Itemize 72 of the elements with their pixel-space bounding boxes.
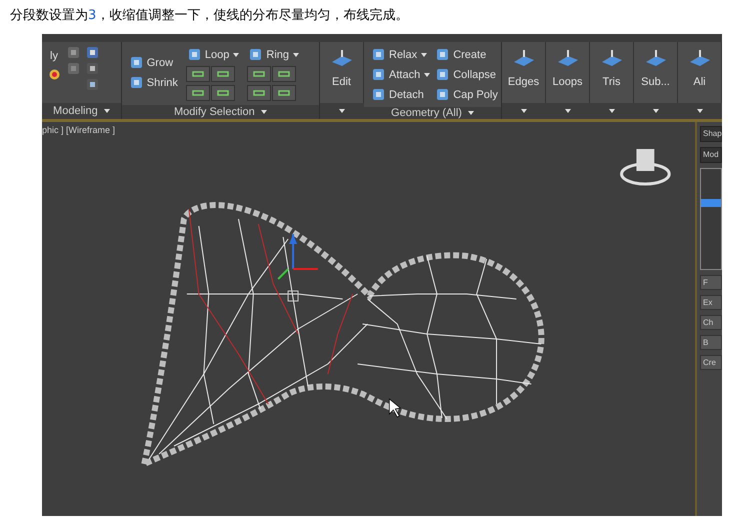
tool-icon [249,48,262,61]
tool-icon [86,78,99,91]
ribbon-button[interactable]: Create [434,46,500,63]
bar-icon [253,69,266,79]
tool-icon [130,76,143,89]
ribbon-button[interactable]: Cap Poly [434,86,500,103]
ribbon-button[interactable]: Attach [370,66,432,83]
bar-icon [192,88,204,98]
ribbon-button[interactable]: Grow [128,54,180,71]
icon-button[interactable] [247,85,272,101]
ribbon-label: ly [49,48,59,64]
bar-icon [278,69,290,79]
dropdown[interactable]: Mod [700,147,722,163]
bar-icon [253,88,266,98]
viewport-label: phic ] [Wireframe ] [42,125,116,135]
caret-icon [609,109,615,113]
panel-title: Geometry (All) [391,107,462,119]
panel-title: Modeling [53,105,98,117]
tool-icon [372,48,385,61]
tool-icon [130,56,143,69]
transform-gizmo-icon [277,234,318,302]
tool-icon [436,48,450,61]
tool-icon [86,46,99,59]
tool-icon [372,88,385,101]
tool-icon [67,46,80,59]
caret-icon [565,109,571,113]
bar-icon [216,88,229,98]
caret-icon [233,52,240,56]
caret-icon [339,109,345,113]
caret-icon [521,109,527,113]
caption-text: 分段数设置为3，收缩值调整一下，使线的分布尽量均匀，布线完成。 [9,7,410,25]
caret-icon [697,109,703,113]
tool-icon [436,88,450,101]
icon-button[interactable] [186,66,210,82]
view-cube-icon [620,149,671,186]
caret-icon [653,109,659,113]
modifier-stack-list[interactable] [700,168,722,270]
ribbon-button[interactable]: Loop [186,46,242,63]
icon-button[interactable] [210,85,235,101]
caret-icon [104,109,110,113]
command-button[interactable]: B [700,335,722,350]
ribbon-button[interactable]: Ring [247,46,302,63]
ribbon-button[interactable]: Shrink [128,74,180,91]
bar-icon [216,69,229,79]
icon-button[interactable] [186,85,210,101]
caret-icon [424,72,430,76]
bar-icon [278,88,290,98]
bar-icon [192,69,204,79]
tool-icon [372,68,385,81]
icon-button[interactable] [247,66,272,82]
tool-icon [86,62,99,75]
caret-icon [468,111,474,115]
icon-button[interactable] [210,66,235,82]
tool-icon [67,62,80,75]
command-button[interactable]: F [700,275,722,290]
caret-icon [293,52,300,56]
ribbon-button[interactable]: Collapse [434,66,500,83]
ribbon-button[interactable]: Detach [370,86,432,103]
command-button[interactable]: Ex [700,295,722,310]
icon-button[interactable] [272,85,296,101]
caret-icon [421,52,428,56]
dot-icon [48,68,61,81]
command-button[interactable]: Cre [700,355,722,370]
tool-icon [436,68,450,81]
icon-button[interactable] [272,66,296,82]
command-button[interactable]: Ch [700,315,722,330]
tool-icon [188,48,201,61]
cursor-icon [389,398,402,418]
ribbon-button[interactable]: Relax [370,46,432,63]
dropdown[interactable]: Shap [700,126,722,142]
panel-title: Modify Selection [174,106,255,118]
caret-icon [260,110,267,114]
